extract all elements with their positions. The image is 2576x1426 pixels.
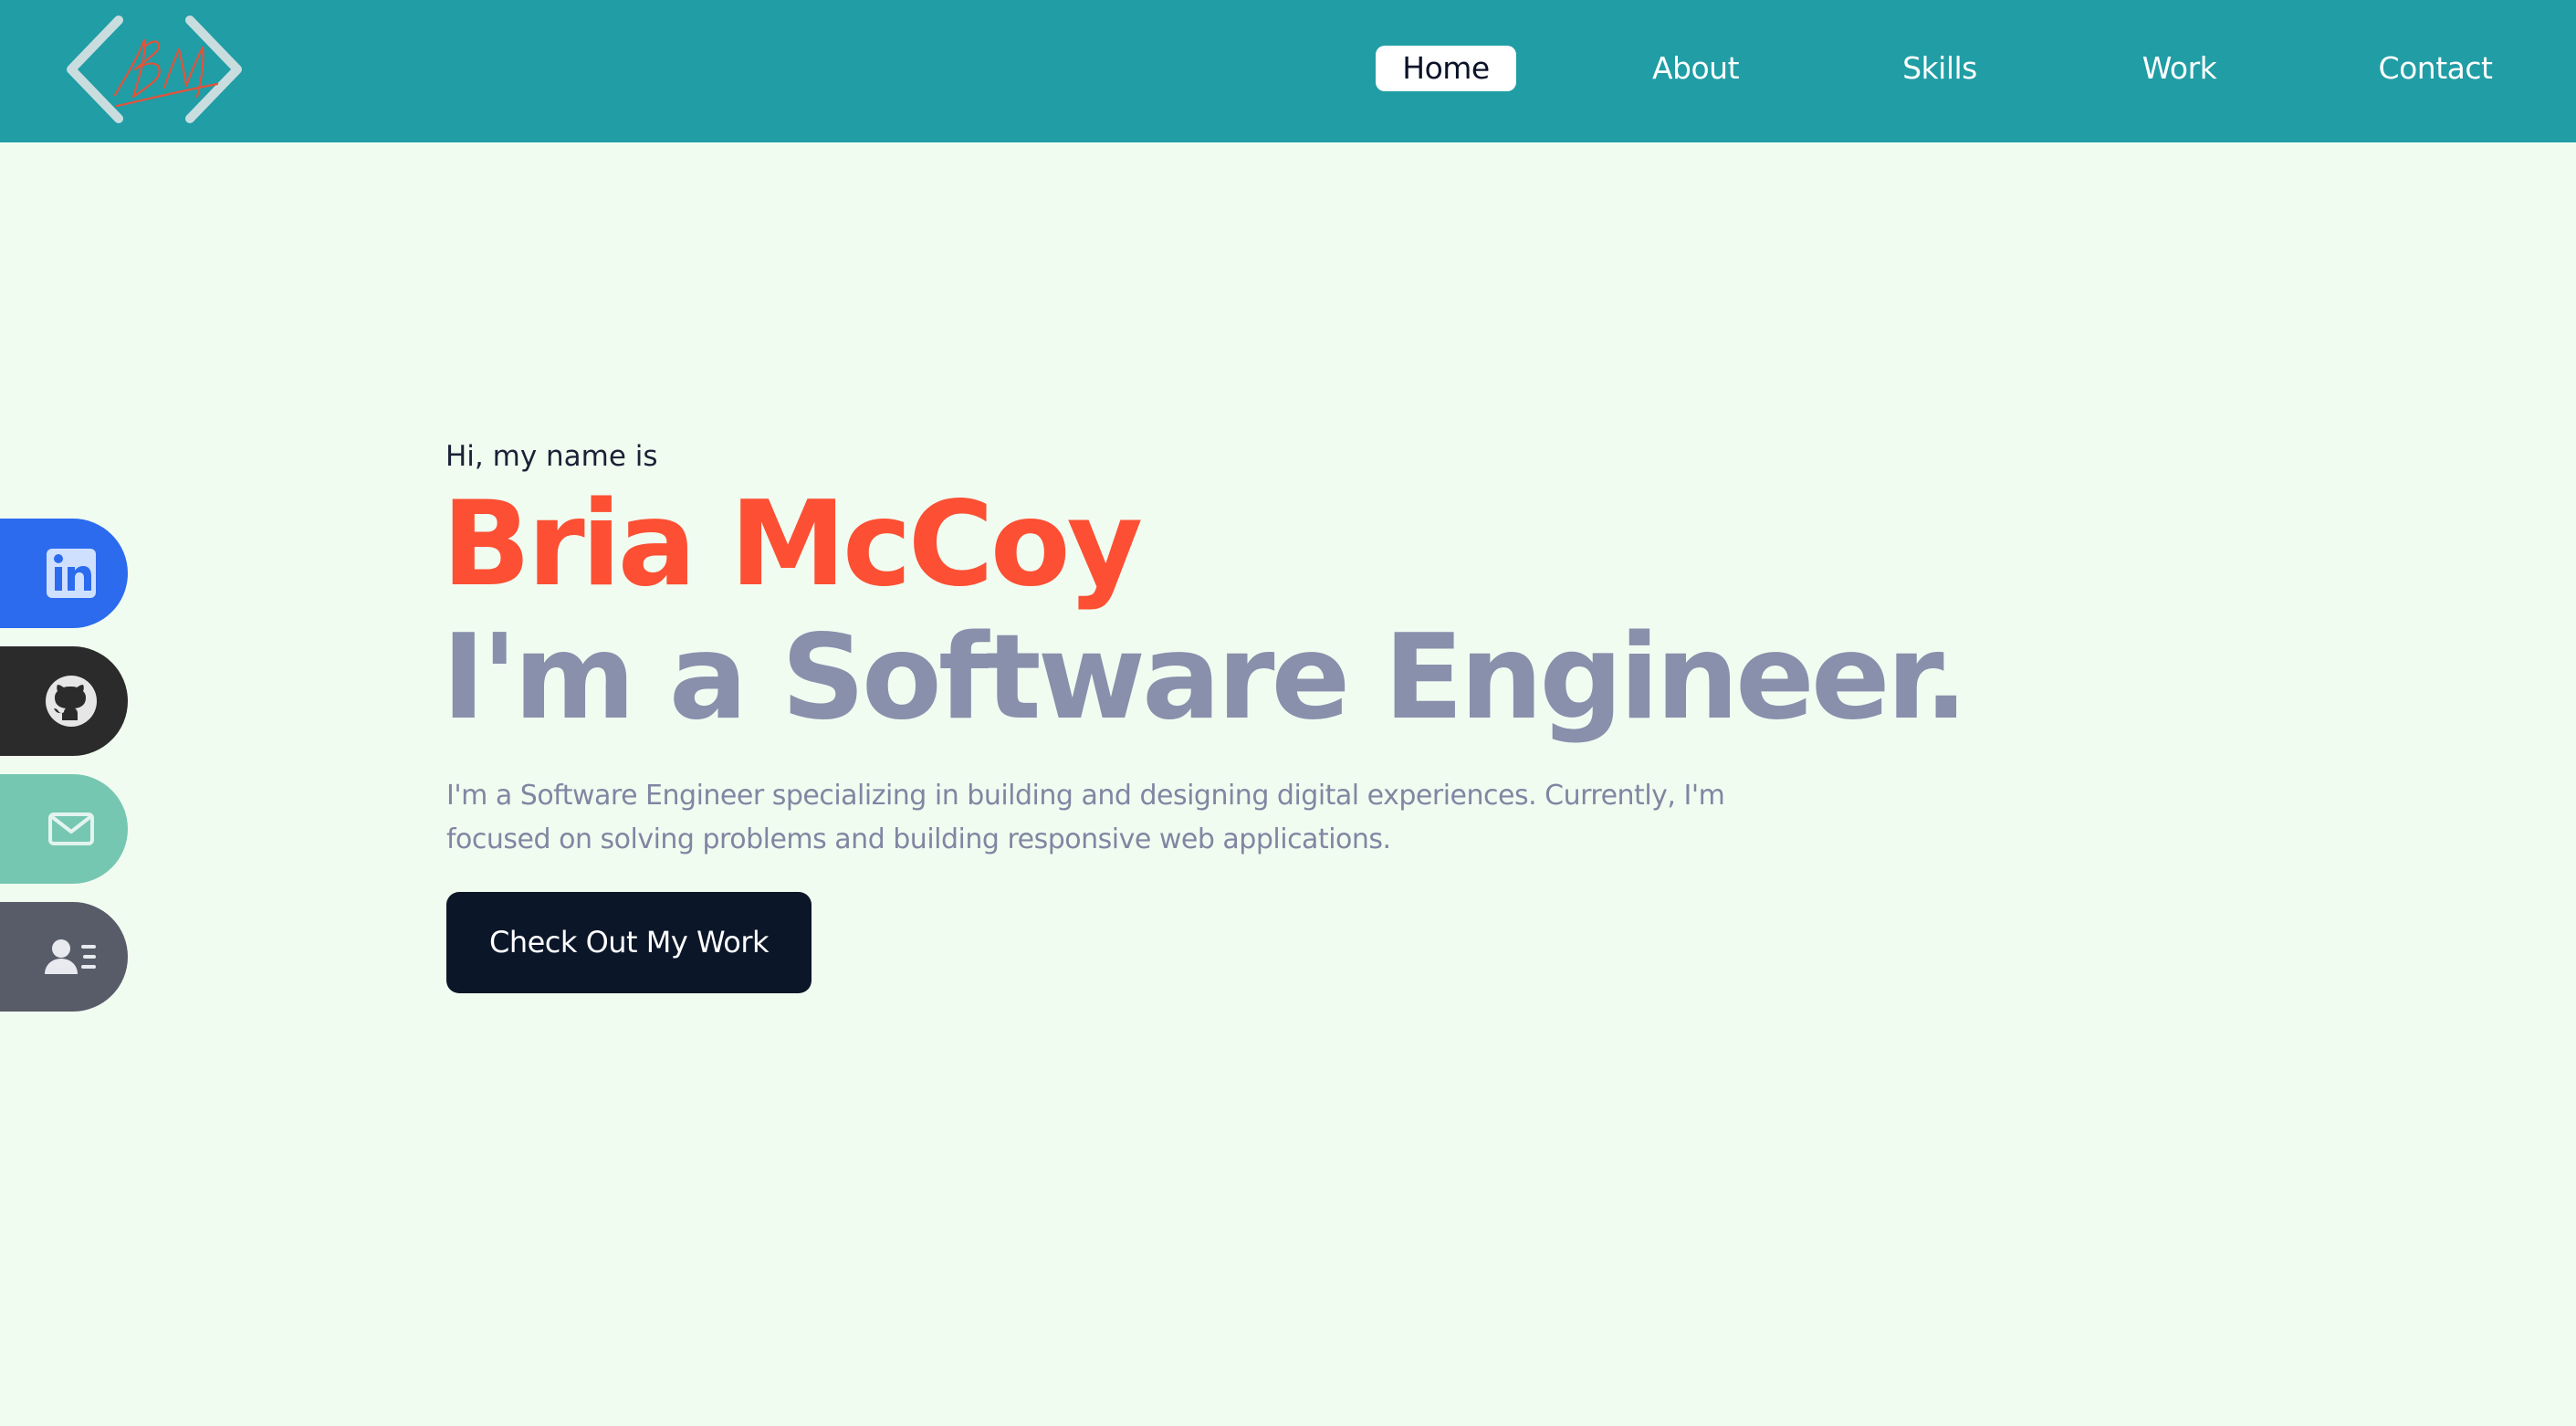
mail-icon — [48, 813, 94, 845]
resume-link[interactable] — [0, 902, 128, 1012]
nav-contact[interactable]: Contact — [2362, 46, 2508, 91]
nav-about[interactable]: About — [1634, 46, 1757, 91]
github-link[interactable] — [0, 646, 128, 756]
linkedin-link[interactable] — [0, 519, 128, 628]
github-icon — [46, 676, 97, 727]
linkedin-icon — [47, 549, 96, 598]
logo[interactable] — [62, 13, 245, 126]
navbar: Home About Skills Work Contact — [0, 0, 2576, 142]
nav-work[interactable]: Work — [2122, 46, 2236, 91]
hero-description: I'm a Software Engineer specializing in … — [446, 780, 1725, 855]
intro-text: Hi, my name is — [445, 440, 658, 473]
nav-home[interactable]: Home — [1376, 46, 1516, 91]
hero-name: Bria McCoy — [442, 477, 1143, 613]
nav-skills[interactable]: Skills — [1885, 46, 1995, 91]
resume-icon — [45, 939, 96, 974]
email-link[interactable] — [0, 774, 128, 884]
check-out-my-work-button[interactable]: Check Out My Work — [446, 892, 812, 993]
hero-tagline: I'm a Software Engineer. — [442, 610, 1968, 746]
